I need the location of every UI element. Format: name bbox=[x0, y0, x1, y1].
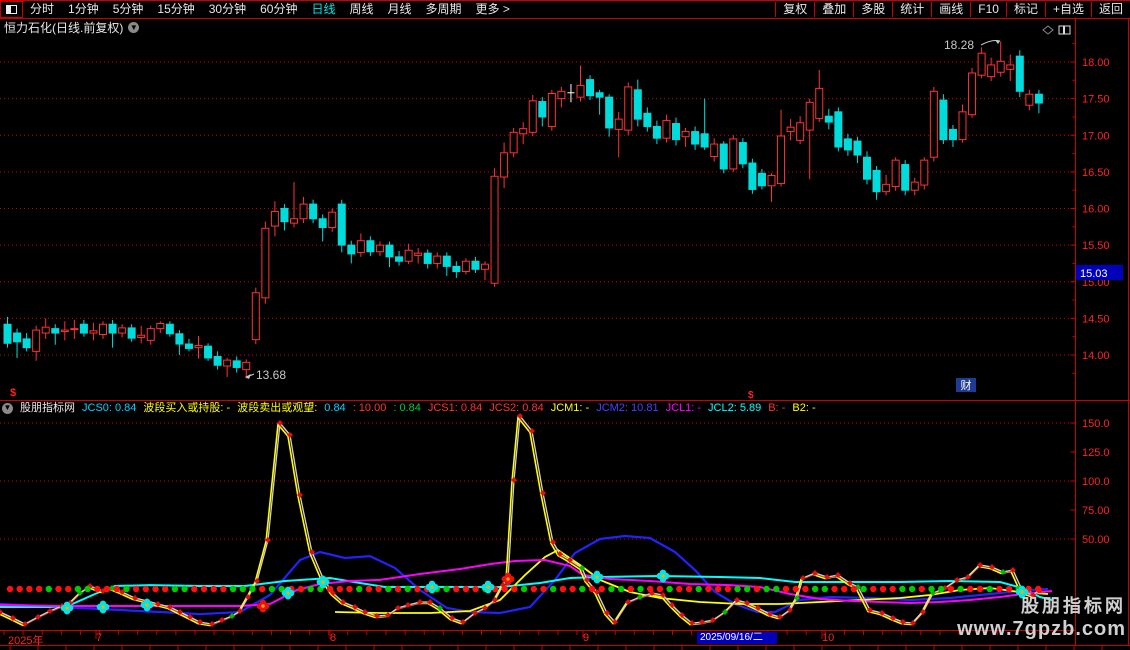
toolbar-button-画线[interactable]: 画线 bbox=[931, 2, 970, 17]
period-tab-60分钟[interactable]: 60分钟 bbox=[253, 2, 304, 17]
period-tab-15分钟[interactable]: 15分钟 bbox=[150, 2, 201, 17]
svg-text:财: 财 bbox=[961, 378, 972, 392]
toolbar-button-标记[interactable]: 标记 bbox=[1005, 2, 1045, 17]
signal-flower-marker bbox=[590, 570, 604, 584]
period-tab-1分钟[interactable]: 1分钟 bbox=[61, 2, 106, 17]
svg-text:13.68: 13.68 bbox=[256, 368, 286, 382]
time-axis-label: 9 bbox=[583, 632, 590, 644]
indicator-value: 波段卖出或观望: bbox=[237, 402, 318, 414]
indicator-site-label: 股朋指标网 bbox=[20, 402, 75, 414]
indicator-header: ▼ 股朋指标网 JCS0: 0.84 波段买入或持股: - 波段卖出或观望: 0.84… bbox=[2, 402, 816, 414]
svg-text:14.50: 14.50 bbox=[1082, 313, 1110, 325]
toolbar-button-叠加[interactable]: 叠加 bbox=[814, 2, 853, 17]
period-tab-5分钟[interactable]: 5分钟 bbox=[106, 2, 151, 17]
trading-app-window: { "toolbar": { "items": [ {"label":"分时",… bbox=[0, 0, 1130, 650]
indicator-value: : 0.84 bbox=[393, 402, 421, 414]
period-tab-30分钟[interactable]: 30分钟 bbox=[202, 2, 253, 17]
period-tab-周线[interactable]: 周线 bbox=[342, 2, 380, 17]
main-candle-chart[interactable]: 18.0017.5017.0016.5016.0015.5015.0014.50… bbox=[0, 25, 1123, 401]
window-split-icon bbox=[6, 5, 17, 14]
indicator-value: JCS0: 0.84 bbox=[82, 402, 137, 414]
toolbar-right-buttons: 复权 叠加 多股 统计 画线 F10 标记 +自选 返回 bbox=[775, 1, 1130, 18]
svg-text:50.00: 50.00 bbox=[1082, 534, 1110, 546]
indicator-value: JCM1: - bbox=[550, 402, 590, 414]
layout-icon[interactable] bbox=[0, 1, 23, 18]
time-axis: 2025/09/16/二 2025年 7 8 9 10 bbox=[0, 631, 1130, 647]
stock-title[interactable]: 恒力石化(日线.前复权) bbox=[4, 19, 123, 36]
indicator-value: JCM2: 10.81 bbox=[596, 402, 659, 414]
indicator-value: B: - bbox=[768, 402, 786, 414]
svg-text:18.00: 18.00 bbox=[1082, 57, 1110, 69]
time-axis-label: 2025年 bbox=[8, 635, 44, 647]
period-tab-月线[interactable]: 月线 bbox=[381, 2, 419, 17]
svg-text:150.0: 150.0 bbox=[1082, 418, 1110, 430]
chevron-down-icon[interactable]: ▼ bbox=[128, 22, 140, 33]
period-tab-日线[interactable]: 日线 bbox=[304, 2, 342, 17]
svg-text:16.00: 16.00 bbox=[1082, 204, 1110, 216]
svg-text:15.50: 15.50 bbox=[1082, 240, 1110, 252]
svg-text:14.00: 14.00 bbox=[1082, 350, 1110, 362]
svg-text:17.00: 17.00 bbox=[1082, 130, 1110, 142]
svg-text:$: $ bbox=[10, 387, 16, 399]
selected-date-badge: 2025/09/16/二 bbox=[697, 632, 777, 644]
indicator-panel[interactable]: 150.0 125.0 100.0 75.00 50.00 bbox=[0, 413, 1110, 628]
indicator-value: 0.84 bbox=[324, 402, 346, 414]
indicator-value: : 10.00 bbox=[352, 402, 387, 414]
svg-text:125.0: 125.0 bbox=[1082, 447, 1110, 459]
indicator-value: JCL1: - bbox=[665, 402, 702, 414]
indicator-value: JCS1: 0.84 bbox=[427, 402, 483, 414]
time-axis-label: 10 bbox=[822, 632, 835, 644]
signal-flower-marker bbox=[96, 600, 110, 614]
period-tab-多周期[interactable]: 多周期 bbox=[419, 2, 469, 17]
chart-titlebar: 恒力石化(日线.前复权) ▼ bbox=[4, 19, 140, 36]
svg-text:75.00: 75.00 bbox=[1082, 505, 1110, 517]
svg-text:16.50: 16.50 bbox=[1082, 167, 1110, 179]
svg-text:18.28: 18.28 bbox=[944, 38, 974, 52]
indicator-value: 波段买入或持股: - bbox=[143, 402, 231, 414]
time-axis-label: 7 bbox=[96, 632, 103, 644]
indicator-value: JCL2: 5.89 bbox=[708, 402, 762, 414]
top-toolbar: 分时 1分钟 5分钟 15分钟 30分钟 60分钟 日线 周线 月线 多周期 更多 > 复权 叠加 多股… bbox=[0, 0, 1130, 19]
toolbar-button-返回[interactable]: 返回 bbox=[1090, 2, 1130, 17]
chart-canvas[interactable]: 18.0017.5017.0016.5016.0015.5015.0014.50… bbox=[0, 0, 1130, 650]
period-tab-分时[interactable]: 分时 bbox=[23, 2, 61, 17]
toolbar-button-统计[interactable]: 统计 bbox=[892, 2, 931, 17]
toolbar-button-复权[interactable]: 复权 bbox=[775, 2, 814, 17]
svg-text:$: $ bbox=[748, 390, 754, 401]
period-tabs: 分时 1分钟 5分钟 15分钟 30分钟 60分钟 日线 周线 月线 多周期 更多 > bbox=[23, 2, 517, 17]
watermark-site-name: 股朋指标网 bbox=[1021, 596, 1126, 616]
svg-text:17.50: 17.50 bbox=[1082, 94, 1110, 106]
time-axis-label: 8 bbox=[330, 632, 337, 644]
period-tab-更多 >[interactable]: 更多 > bbox=[469, 2, 517, 17]
svg-text:100.0: 100.0 bbox=[1082, 476, 1110, 488]
signal-flower-marker bbox=[656, 569, 670, 583]
svg-text:15.03: 15.03 bbox=[1080, 268, 1108, 280]
indicator-value: B2: - bbox=[792, 402, 816, 414]
toolbar-button-多股[interactable]: 多股 bbox=[853, 2, 892, 17]
toolbar-button-F10[interactable]: F10 bbox=[970, 2, 1006, 17]
indicator-value: JCS2: 0.84 bbox=[489, 402, 544, 414]
toolbar-button-+自选[interactable]: +自选 bbox=[1044, 2, 1091, 17]
collapse-icon[interactable]: ▼ bbox=[2, 402, 13, 414]
